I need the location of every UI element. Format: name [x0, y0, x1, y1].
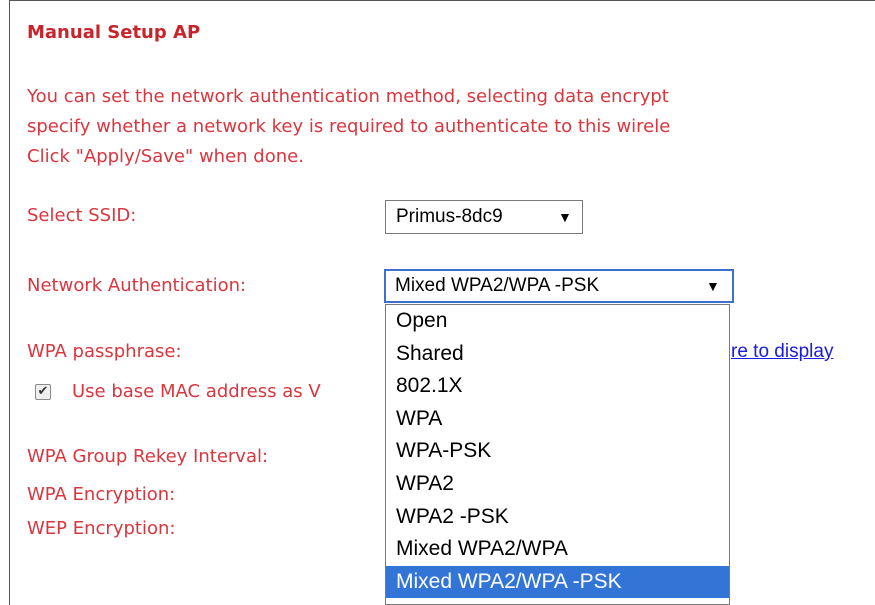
base-mac-label: Use base MAC address as V: [72, 381, 321, 402]
auth-option-open[interactable]: Open: [386, 305, 729, 338]
description-line-3: Click "Apply/Save" when done.: [27, 146, 304, 167]
auth-option-mixed-wpa2-wpa-psk[interactable]: Mixed WPA2/WPA -PSK: [386, 565, 729, 599]
auth-option-wpa[interactable]: WPA: [386, 403, 729, 436]
description: You can set the network authentication m…: [27, 82, 875, 172]
auth-dropdown-list: Open Shared 802.1X WPA WPA-PSK WPA2 WPA2…: [385, 304, 730, 605]
page-title: Manual Setup AP: [27, 22, 201, 43]
auth-option-wpa2[interactable]: WPA2: [386, 468, 729, 501]
auth-option-8021x[interactable]: 802.1X: [386, 370, 729, 403]
base-mac-checkbox[interactable]: ✔: [35, 384, 51, 400]
rekey-label: WPA Group Rekey Interval:: [27, 446, 269, 467]
auth-label: Network Authentication:: [27, 275, 247, 296]
passphrase-label: WPA passphrase:: [27, 341, 182, 362]
display-passphrase-link[interactable]: re to display: [731, 341, 833, 363]
checkmark-icon: ✔: [37, 384, 49, 399]
chevron-down-icon: ▼: [558, 209, 572, 225]
ssid-select-value: Primus-8dc9: [396, 206, 503, 227]
auth-option-wpa-psk[interactable]: WPA-PSK: [386, 435, 729, 468]
auth-option-shared[interactable]: Shared: [386, 338, 729, 371]
ssid-select[interactable]: Primus-8dc9 ▼: [385, 200, 583, 234]
chevron-down-icon: ▼: [706, 278, 720, 294]
auth-select[interactable]: Mixed WPA2/WPA -PSK ▼: [384, 269, 734, 303]
auth-option-wpa2-psk[interactable]: WPA2 -PSK: [386, 501, 729, 534]
description-line-2: specify whether a network key is require…: [27, 116, 671, 137]
ssid-label: Select SSID:: [27, 205, 137, 226]
wep-encryption-label: WEP Encryption:: [27, 518, 176, 539]
auth-select-value: Mixed WPA2/WPA -PSK: [395, 275, 600, 296]
auth-option-mixed-wpa2-wpa[interactable]: Mixed WPA2/WPA: [386, 533, 729, 566]
description-line-1: You can set the network authentication m…: [27, 86, 669, 107]
wpa-encryption-label: WPA Encryption:: [27, 484, 176, 505]
